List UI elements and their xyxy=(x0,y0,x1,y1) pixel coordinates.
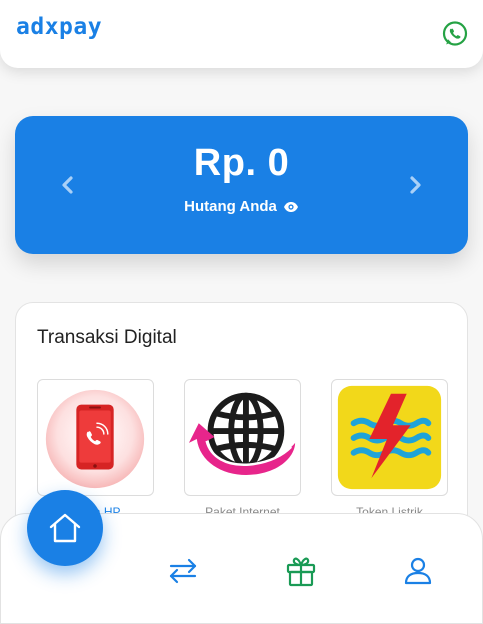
eye-icon[interactable] xyxy=(283,199,299,215)
app-header: adxpay xyxy=(0,0,483,68)
pulsa-tile[interactable] xyxy=(37,379,154,496)
debt-label-row: Hutang Anda xyxy=(15,198,468,215)
internet-tile[interactable] xyxy=(184,379,301,496)
brand-logo: adxpay xyxy=(16,14,103,40)
phone-call-icon xyxy=(45,389,145,489)
listrik-tile[interactable] xyxy=(331,379,448,496)
debt-label: Hutang Anda xyxy=(184,198,277,215)
gift-icon[interactable] xyxy=(284,554,318,588)
chevron-right-icon[interactable] xyxy=(404,173,426,197)
transfer-arrows-icon[interactable] xyxy=(166,554,200,588)
section-title: Transaksi Digital xyxy=(37,327,177,348)
home-button[interactable] xyxy=(27,490,103,566)
debt-amount: Rp. 0 xyxy=(193,142,290,184)
user-icon[interactable] xyxy=(401,554,435,588)
debt-card: Rp. 0 Hutang Anda xyxy=(15,116,468,254)
pln-lightning-icon xyxy=(337,385,442,490)
whatsapp-icon[interactable] xyxy=(441,20,469,48)
home-icon xyxy=(49,513,81,543)
globe-arrow-icon xyxy=(188,392,296,475)
